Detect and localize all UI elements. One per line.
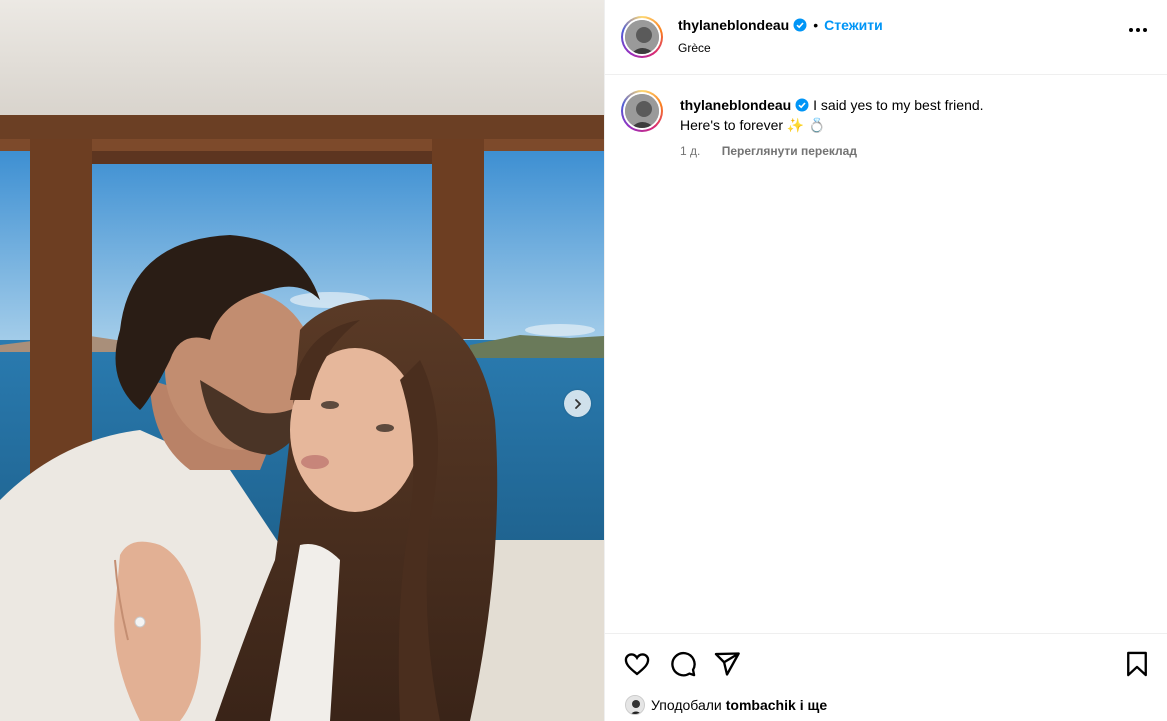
see-translation-button[interactable]: Переглянути переклад (722, 144, 857, 158)
post-side-panel: thylaneblondeau • Стежити Grèce thylaneb… (604, 0, 1167, 721)
post-caption: thylaneblondeau I said yes to my best fr… (680, 95, 1140, 135)
liker-avatar[interactable] (625, 695, 645, 715)
separator-dot: • (813, 17, 819, 33)
follow-button[interactable]: Стежити (824, 17, 883, 33)
caption-meta: 1 д. Переглянути переклад (680, 144, 857, 158)
post-header: thylaneblondeau • Стежити Grèce (605, 0, 1167, 75)
bookmark-icon[interactable] (1123, 650, 1151, 678)
avatar-image (626, 696, 644, 714)
caption-author-avatar[interactable] (621, 90, 663, 132)
liked-by-user[interactable]: tombachik (726, 697, 796, 713)
caption-text-line2: Here's to forever ✨ 💍 (680, 117, 826, 133)
chevron-right-icon (574, 398, 581, 409)
post-media[interactable] (0, 0, 604, 721)
avatar-image (625, 20, 659, 54)
liked-by: Уподобали tombachik і ще (625, 695, 831, 715)
avatar-image (625, 94, 659, 128)
verified-badge-icon (795, 98, 809, 112)
caption-text-line1: I said yes to my best friend. (813, 97, 984, 113)
verified-badge-icon (793, 18, 807, 32)
post-photo (0, 0, 604, 721)
author-username[interactable]: thylaneblondeau (678, 17, 789, 33)
comment-icon[interactable] (669, 650, 697, 678)
liked-by-others[interactable]: і ще (800, 697, 827, 713)
author-avatar[interactable] (621, 16, 663, 58)
heart-icon[interactable] (623, 650, 651, 678)
caption-username[interactable]: thylaneblondeau (680, 97, 791, 113)
post-time: 1 д. (680, 144, 701, 158)
send-icon[interactable] (713, 650, 741, 678)
next-media-button[interactable] (564, 390, 591, 417)
liked-by-prefix: Уподобали (651, 697, 722, 713)
post-location[interactable]: Grèce (678, 41, 711, 55)
more-options-icon[interactable] (1129, 28, 1147, 32)
post-actions: Уподобали tombachik і ще (605, 633, 1167, 721)
